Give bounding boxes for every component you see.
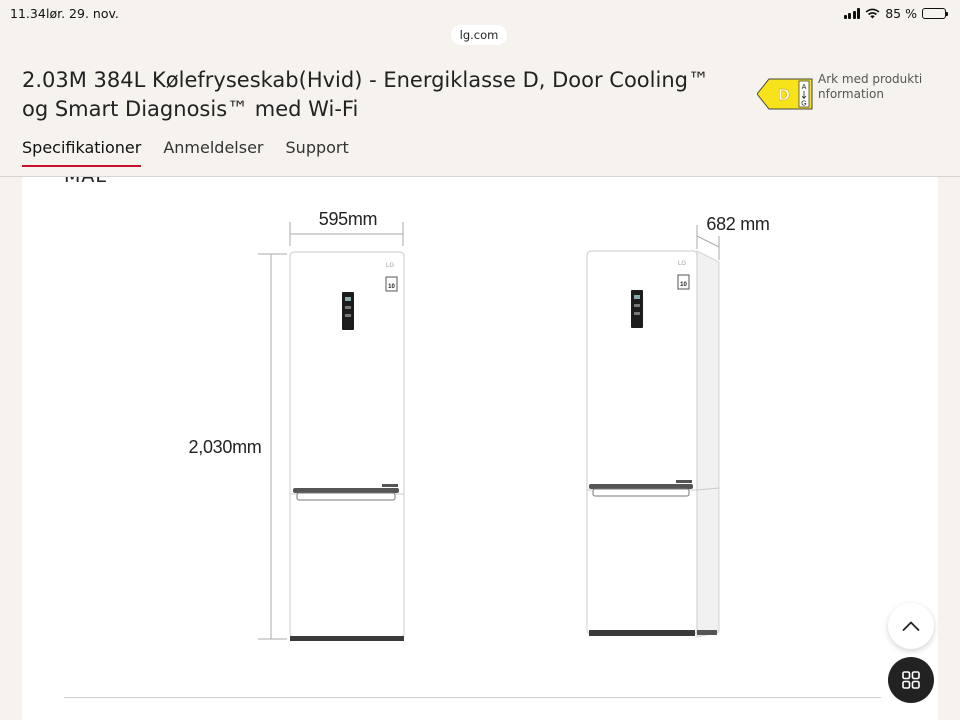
status-time: 11.34 <box>10 6 46 21</box>
energy-scale-top: A <box>802 84 807 91</box>
energy-class-arrow-icon[interactable]: D A G <box>757 78 813 110</box>
inverter-badge: 10 <box>388 284 395 290</box>
status-indicators: 85 % <box>843 6 948 21</box>
tab-support[interactable]: Support <box>286 138 349 167</box>
inverter-badge-angled: 10 <box>680 282 687 288</box>
quick-menu-button[interactable] <box>888 657 934 703</box>
dimensions-diagram: 595mm 2,030mm LG 10 LG 10 682 mm <box>189 209 770 641</box>
depth-label: 682 mm <box>706 214 769 234</box>
cellular-signal-icon <box>843 8 861 19</box>
height-label: 2,030mm <box>189 437 262 457</box>
energy-class-letter: D <box>778 87 790 104</box>
address-bar[interactable]: lg.com <box>451 25 507 45</box>
dimensions-section: MÅL 595mm 2,030mm LG <box>22 177 938 720</box>
height-dimension: 2,030mm <box>189 253 287 640</box>
status-date: lør. 29. nov. <box>46 6 119 21</box>
energy-label[interactable]: D A G Ark med produktinformation <box>757 72 937 122</box>
battery-icon <box>922 8 948 19</box>
page-title: 2.03M 384L Kølefryseskab(Hvid) - Energik… <box>22 66 742 124</box>
status-bar: 11.34 lør. 29. nov. 85 % <box>0 0 960 26</box>
depth-dimension: 682 mm <box>696 214 770 260</box>
tab-reviews[interactable]: Anmeldelser <box>163 138 263 167</box>
width-dimension: 595mm <box>289 209 404 246</box>
fridge-front-view: LG 10 <box>289 251 405 641</box>
grid-icon <box>902 671 920 689</box>
brand-logo: LG <box>386 263 394 269</box>
fridge-angled-view: LG 10 <box>586 250 720 638</box>
tab-specifications[interactable]: Specifikationer <box>22 138 142 167</box>
scroll-to-top-button[interactable] <box>888 603 934 649</box>
chevron-up-icon <box>902 621 920 631</box>
section-divider <box>64 697 881 698</box>
wifi-icon <box>865 8 880 19</box>
tab-bar: Specifikationer Anmeldelser Support <box>22 138 349 167</box>
energy-scale-bottom: G <box>801 101 806 108</box>
product-info-sheet-link[interactable]: Ark med produktinformation <box>818 72 928 101</box>
width-label: 595mm <box>319 209 378 229</box>
brand-logo-angled: LG <box>678 261 686 267</box>
title-line-2: og Smart Diagnosis™ med Wi-Fi <box>22 97 359 121</box>
title-line-1: 2.03M 384L Kølefryseskab(Hvid) - Energik… <box>22 68 709 92</box>
battery-percent: 85 % <box>885 6 917 21</box>
